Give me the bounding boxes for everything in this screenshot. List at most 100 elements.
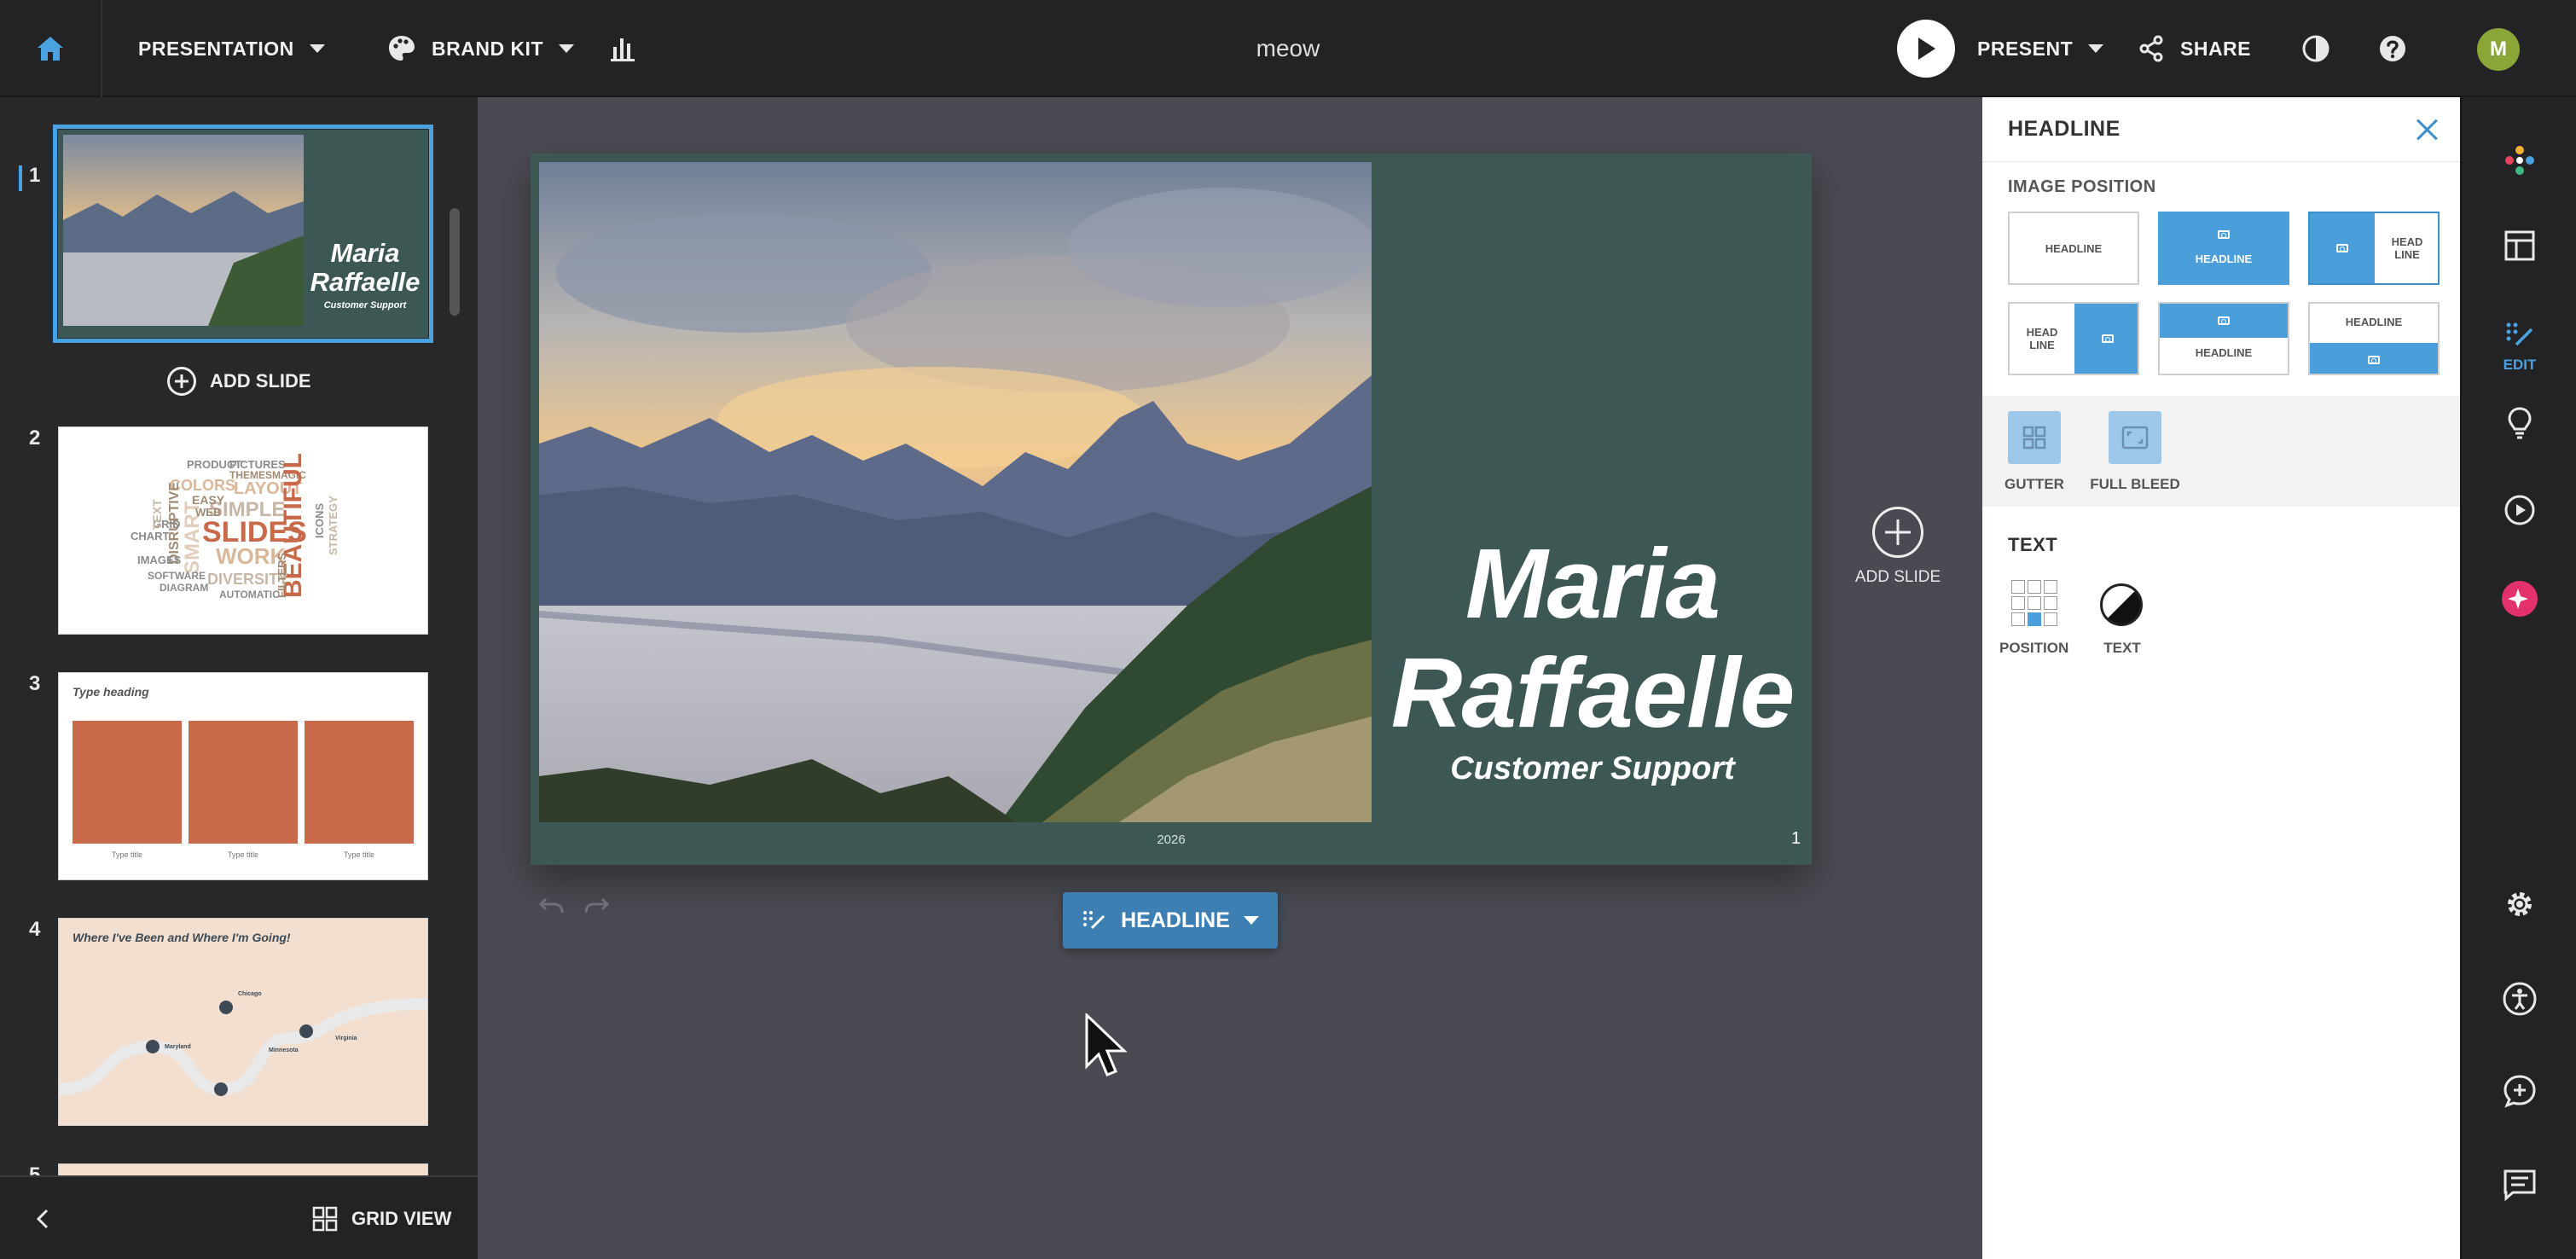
collapse-panel-icon[interactable] (34, 1208, 51, 1230)
rail-animation-button[interactable] (2462, 493, 2576, 527)
undo-icon[interactable] (539, 894, 565, 916)
rail-ai-button[interactable] (2462, 580, 2576, 618)
text-section-label: TEXT (2008, 534, 2058, 555)
slide-canvas: Maria Raffaelle Customer Support 2026 1 … (478, 97, 1982, 1259)
svg-text:Virginia: Virginia (335, 1036, 357, 1041)
svg-text:DIAGRAM: DIAGRAM (160, 582, 208, 594)
home-button[interactable] (0, 0, 102, 97)
text-position-grid[interactable] (2011, 580, 2057, 626)
slide-number: 1 (29, 164, 41, 187)
selected-indicator (19, 165, 22, 191)
option-label: HEADLINE (2195, 252, 2253, 265)
edit-panel-title: HEADLINE (1982, 97, 2460, 162)
brand-kit-menu[interactable]: BRAND KIT (387, 0, 574, 97)
layout-option-image-left[interactable]: HEAD LINE (2308, 212, 2440, 285)
thumb-title: Maria Raffaelle (310, 238, 421, 297)
notes-icon (2503, 1169, 2536, 1201)
current-slide[interactable]: Maria Raffaelle Customer Support 2026 1 (531, 154, 1812, 865)
thumb-caption: Type title (111, 850, 143, 859)
slide-image[interactable] (539, 162, 1372, 822)
play-button[interactable] (1897, 0, 1955, 97)
mouse-cursor (1085, 1013, 1128, 1076)
add-slide-button-sidebar[interactable]: ADD SLIDE (167, 367, 311, 396)
present-menu[interactable]: PRESENT (1977, 0, 2104, 97)
full-bleed-button[interactable] (2109, 411, 2161, 464)
position-label: POSITION (1999, 640, 2069, 656)
color-dots-icon (2505, 146, 2534, 175)
add-slide-label: ADD SLIDE (1854, 568, 1941, 586)
chevron-down-icon (309, 44, 325, 53)
add-circle-icon (1872, 507, 1923, 558)
svg-text:CHART: CHART (131, 530, 170, 542)
thumb-block (189, 721, 298, 844)
layout-option-image-top[interactable]: HEADLINE (2158, 302, 2289, 375)
layout-dropdown-label: HEADLINE (1121, 908, 1230, 932)
landscape-photo (63, 135, 304, 326)
slide-subtitle[interactable]: Customer Support (1384, 751, 1801, 787)
image-position-label: IMAGE POSITION (2008, 177, 2156, 196)
chevron-down-icon (2088, 44, 2104, 53)
help-button[interactable] (2378, 0, 2407, 97)
palette-icon (389, 36, 415, 61)
camera-icon (2218, 316, 2230, 325)
svg-text:Maryland: Maryland (165, 1044, 191, 1050)
right-tool-rail: EDIT (2460, 97, 2576, 1259)
add-slide-label: ADD SLIDE (210, 370, 311, 392)
option-label: HEADLINE (2195, 346, 2253, 359)
slide-thumbnail-4[interactable]: Where I've Been and Where I'm Going! Mar… (58, 918, 428, 1126)
close-icon[interactable] (2416, 118, 2440, 142)
option-label: HEADLINE (2345, 316, 2403, 328)
svg-text:Chicago: Chicago (238, 991, 262, 997)
lightbulb-icon (2508, 407, 2532, 439)
rail-settings-button[interactable] (2462, 887, 2576, 921)
share-button[interactable]: SHARE (2138, 0, 2251, 97)
thumbnails-scrollbar[interactable] (450, 208, 460, 316)
help-icon (2380, 36, 2405, 61)
text-color-button[interactable] (2100, 583, 2143, 626)
slide-thumbnail-3[interactable]: Type heading Type title Type title Type … (58, 672, 428, 880)
svg-text:STRATEGY: STRATEGY (327, 496, 339, 555)
slide-thumbnails-panel: 1 Maria Raffaelle Customer Support ADD S… (0, 97, 478, 1259)
slide-thumbnail-1[interactable]: Maria Raffaelle Customer Support (53, 125, 433, 343)
layout-option-text-only[interactable]: HEADLINE (2008, 212, 2139, 285)
rail-add-comment-button[interactable] (2462, 1073, 2576, 1109)
chevron-down-icon (559, 44, 574, 53)
layout-option-image-right[interactable]: HEAD LINE (2008, 302, 2139, 375)
option-label: HEAD LINE (2391, 235, 2423, 261)
chevron-down-icon (1243, 916, 1259, 925)
svg-text:ICONS: ICONS (313, 503, 326, 539)
slide-thumbnail-2[interactable]: PRODUCT PICTURES THEMES MAGIC COLORS LAY… (58, 426, 428, 635)
layout-option-image-background[interactable]: HEADLINE (2158, 212, 2289, 285)
add-slide-button-canvas[interactable]: ADD SLIDE (1851, 507, 1945, 587)
brand-kit-label: BRAND KIT (432, 37, 543, 60)
user-avatar[interactable]: M (2477, 28, 2520, 71)
rail-colors-button[interactable] (2462, 143, 2576, 177)
rail-notes-button[interactable] (2462, 1169, 2576, 1201)
grid-view-button[interactable]: GRID VIEW (312, 1177, 451, 1259)
magic-wand-icon (1083, 911, 1105, 930)
slide-title[interactable]: Maria Raffaelle (1384, 529, 1801, 747)
theme-toggle-button[interactable] (2301, 0, 2330, 97)
add-circle-icon (167, 367, 196, 396)
document-title[interactable]: meow (1256, 35, 1320, 62)
thumb-block (305, 721, 414, 844)
rail-edit-label: EDIT (2503, 357, 2537, 373)
svg-text:EASY: EASY (192, 493, 225, 507)
slide-page-number: 1 (1791, 829, 1801, 848)
gutter-button[interactable] (2008, 411, 2061, 464)
layout-option-image-bottom[interactable]: HEADLINE (2308, 302, 2440, 375)
slide-number: 4 (29, 918, 41, 941)
image-options-band: GUTTER FULL BLEED (1982, 396, 2460, 507)
redo-icon[interactable] (583, 894, 609, 916)
rail-edit-button[interactable]: EDIT (2462, 321, 2576, 374)
rail-accessibility-button[interactable] (2462, 981, 2576, 1017)
contrast-icon (2302, 35, 2329, 62)
rail-layout-button[interactable] (2462, 230, 2576, 261)
rail-ideas-button[interactable] (2462, 406, 2576, 440)
home-icon (38, 37, 63, 61)
analytics-button[interactable] (609, 0, 636, 97)
accessibility-icon (2503, 982, 2537, 1016)
presentation-menu[interactable]: PRESENTATION (138, 0, 325, 97)
layout-dropdown-button[interactable]: HEADLINE (1063, 892, 1278, 949)
presentation-menu-label: PRESENTATION (138, 37, 294, 60)
